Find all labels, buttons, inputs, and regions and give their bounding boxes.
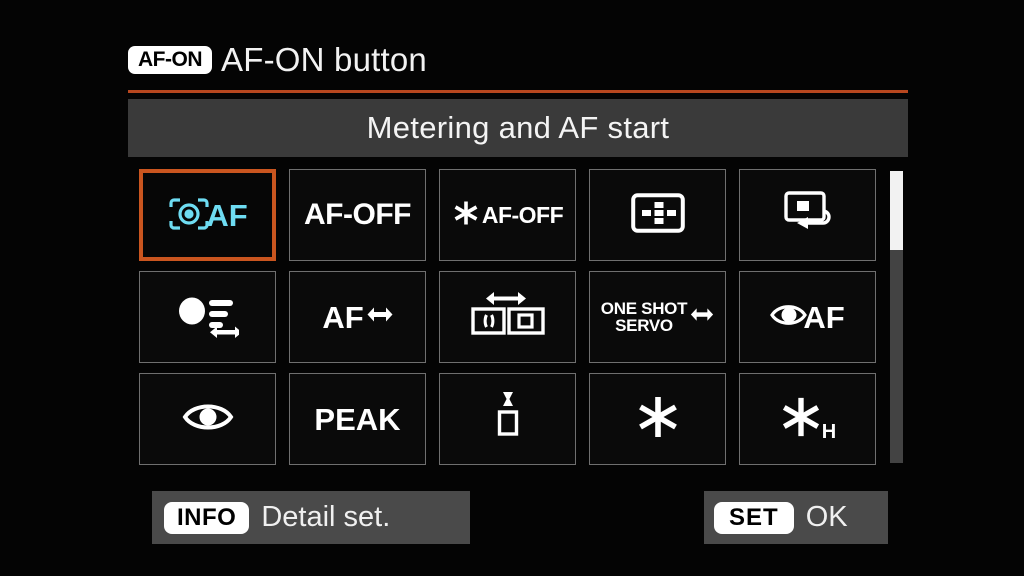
eye-icon <box>182 400 234 439</box>
registered-af-point-icon <box>782 190 834 241</box>
header: AF-ON AF-ON button <box>128 32 908 88</box>
option-ae-lock-af-off[interactable]: AF-OFF <box>439 169 576 261</box>
option-label: ONE SHOT SERVO <box>600 299 688 335</box>
af-point-grid-icon <box>630 192 685 238</box>
option-label: AF <box>322 299 364 335</box>
detail-set-button[interactable]: INFO Detail set. <box>152 491 470 544</box>
option-metering-and-af-start[interactable]: AF <box>139 169 276 261</box>
option-label: AF-OFF <box>481 201 564 228</box>
option-af-area-switch[interactable] <box>439 271 576 363</box>
option-switch-to-registered-af-func[interactable] <box>739 169 876 261</box>
option-label: AF-OFF <box>304 198 411 231</box>
asterisk-icon <box>635 394 681 445</box>
asterisk-icon <box>452 199 480 232</box>
option-label: AF <box>206 197 248 233</box>
af-on-button-badge: AF-ON <box>128 46 212 74</box>
subject-detect-icon <box>177 292 242 343</box>
camera-menu-screen: AF-ON AF-ON button Metering and AF start <box>0 0 1024 576</box>
option-ae-lock[interactable] <box>589 373 726 465</box>
function-option-grid: AF AF-OFF AF-OFF AF ONE SHOT SERVO AF PE… <box>139 169 879 465</box>
option-eye-detection[interactable] <box>139 373 276 465</box>
scrollbar-track[interactable] <box>890 171 903 463</box>
set-ok-button[interactable]: SET OK <box>704 491 888 544</box>
option-focus-peaking[interactable]: PEAK <box>289 373 426 465</box>
option-af-method-switch[interactable]: AF <box>289 271 426 363</box>
ok-label: OK <box>805 501 848 533</box>
camera-metering-af-icon: AF <box>167 196 248 234</box>
detail-set-label: Detail set. <box>261 501 391 533</box>
option-ae-lock-hold[interactable]: H <box>739 373 876 465</box>
double-arrow-icon <box>690 307 714 328</box>
option-label: AF <box>803 299 845 335</box>
option-one-shot-servo-switch[interactable]: ONE SHOT SERVO <box>589 271 726 363</box>
option-label: H <box>821 420 837 443</box>
header-divider <box>128 90 908 93</box>
function-name-bar: Metering and AF start <box>128 99 908 157</box>
asterisk-icon <box>779 395 823 444</box>
option-subject-to-detect-switch[interactable] <box>139 271 276 363</box>
option-eye-detection-af[interactable]: AF <box>739 271 876 363</box>
option-label: PEAK <box>314 401 401 437</box>
scrollbar-thumb[interactable] <box>890 171 903 250</box>
double-arrow-icon <box>367 306 393 329</box>
aperture-preview-icon <box>491 389 525 450</box>
af-area-switch-icon <box>470 291 545 344</box>
option-af-off[interactable]: AF-OFF <box>289 169 426 261</box>
option-af-point-selection[interactable] <box>589 169 726 261</box>
page-title: AF-ON button <box>221 41 427 78</box>
set-button-badge: SET <box>714 501 794 534</box>
selected-function-label: Metering and AF start <box>366 110 670 145</box>
info-button-badge: INFO <box>164 501 250 534</box>
option-depth-of-field-preview[interactable] <box>439 373 576 465</box>
